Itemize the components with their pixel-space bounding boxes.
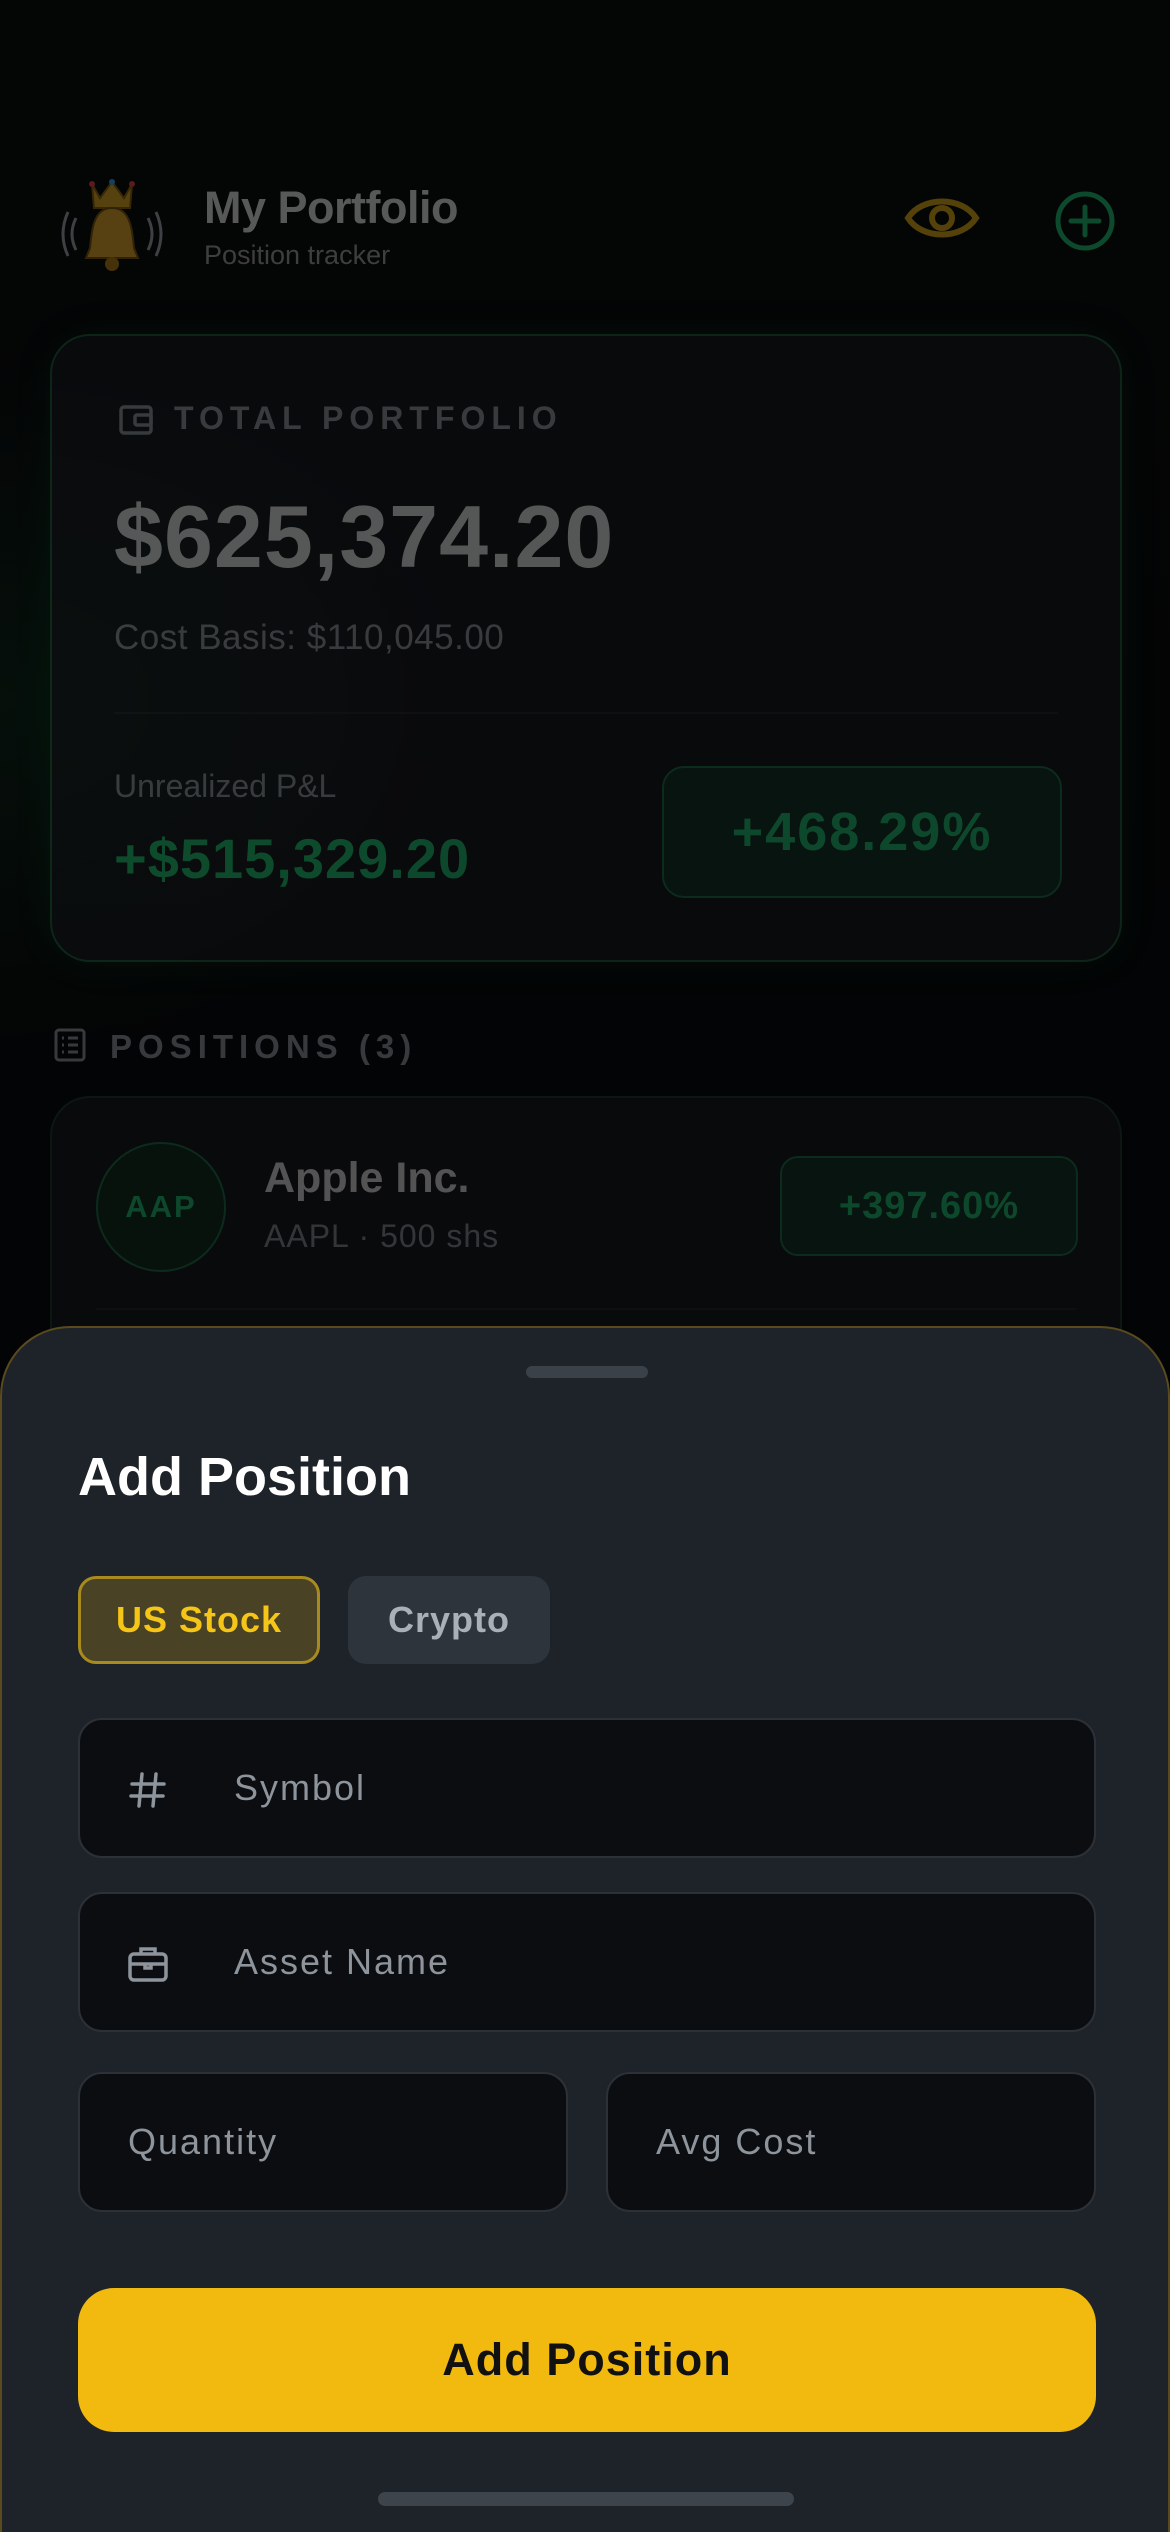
add-position-button[interactable]: Add Position [78, 2288, 1096, 2432]
avg-cost-input[interactable] [608, 2074, 1094, 2210]
sheet-grabber[interactable] [526, 1366, 648, 1378]
asset-name-input[interactable] [80, 1894, 1094, 2030]
type-us-stock-button[interactable]: US Stock [78, 1576, 320, 1664]
avg-cost-field [606, 2072, 1096, 2212]
sheet-title: Add Position [78, 1447, 411, 1507]
symbol-field [78, 1718, 1096, 1858]
asset-name-field [78, 1892, 1096, 2032]
quantity-input[interactable] [80, 2074, 566, 2210]
home-indicator [378, 2492, 794, 2506]
type-crypto-button[interactable]: Crypto [348, 1576, 550, 1664]
add-position-sheet: Add Position US Stock Crypto Add Positio… [0, 1326, 1170, 2532]
symbol-input[interactable] [80, 1720, 1094, 1856]
quantity-field [78, 2072, 568, 2212]
